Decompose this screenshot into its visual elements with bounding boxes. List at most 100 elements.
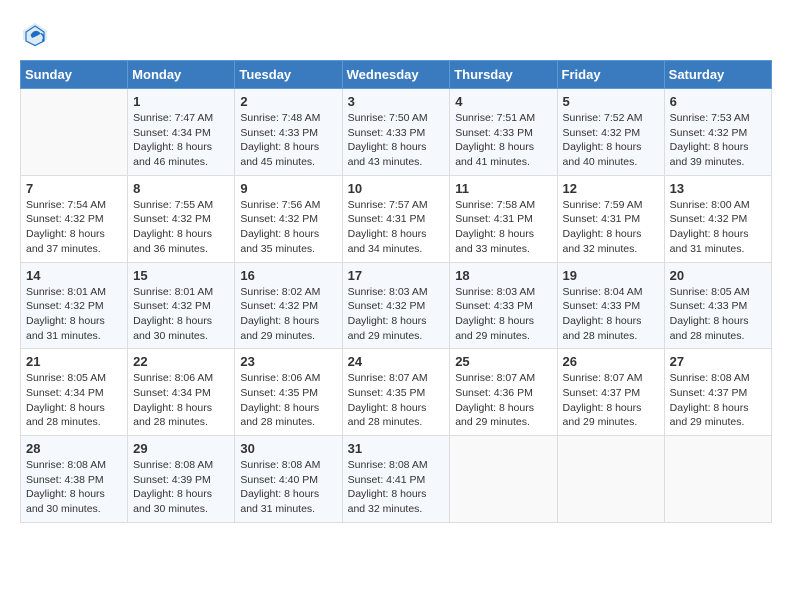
calendar-cell: 12 Sunrise: 7:59 AM Sunset: 4:31 PM Dayli…	[557, 175, 664, 262]
day-number: 22	[133, 354, 229, 369]
calendar-week-row: 7 Sunrise: 7:54 AM Sunset: 4:32 PM Daylig…	[21, 175, 772, 262]
day-info: Sunrise: 8:08 AM Sunset: 4:37 PM Dayligh…	[670, 371, 766, 430]
calendar-cell	[21, 89, 128, 176]
calendar-weekday-monday: Monday	[128, 61, 235, 89]
day-info: Sunrise: 8:07 AM Sunset: 4:36 PM Dayligh…	[455, 371, 551, 430]
calendar-cell: 10 Sunrise: 7:57 AM Sunset: 4:31 PM Dayli…	[342, 175, 450, 262]
day-info: Sunrise: 8:06 AM Sunset: 4:35 PM Dayligh…	[240, 371, 336, 430]
calendar-cell: 9 Sunrise: 7:56 AM Sunset: 4:32 PM Daylig…	[235, 175, 342, 262]
calendar-cell: 23 Sunrise: 8:06 AM Sunset: 4:35 PM Dayli…	[235, 349, 342, 436]
day-info: Sunrise: 7:47 AM Sunset: 4:34 PM Dayligh…	[133, 111, 229, 170]
calendar-cell: 6 Sunrise: 7:53 AM Sunset: 4:32 PM Daylig…	[664, 89, 771, 176]
calendar-cell: 20 Sunrise: 8:05 AM Sunset: 4:33 PM Dayli…	[664, 262, 771, 349]
calendar-cell: 13 Sunrise: 8:00 AM Sunset: 4:32 PM Dayli…	[664, 175, 771, 262]
calendar-cell: 16 Sunrise: 8:02 AM Sunset: 4:32 PM Dayli…	[235, 262, 342, 349]
day-info: Sunrise: 7:55 AM Sunset: 4:32 PM Dayligh…	[133, 198, 229, 257]
day-number: 10	[348, 181, 445, 196]
calendar-week-row: 21 Sunrise: 8:05 AM Sunset: 4:34 PM Dayli…	[21, 349, 772, 436]
day-info: Sunrise: 7:57 AM Sunset: 4:31 PM Dayligh…	[348, 198, 445, 257]
calendar-cell: 18 Sunrise: 8:03 AM Sunset: 4:33 PM Dayli…	[450, 262, 557, 349]
calendar-weekday-tuesday: Tuesday	[235, 61, 342, 89]
day-info: Sunrise: 7:48 AM Sunset: 4:33 PM Dayligh…	[240, 111, 336, 170]
day-number: 15	[133, 268, 229, 283]
day-number: 9	[240, 181, 336, 196]
day-number: 21	[26, 354, 122, 369]
calendar-cell	[557, 436, 664, 523]
day-info: Sunrise: 8:00 AM Sunset: 4:32 PM Dayligh…	[670, 198, 766, 257]
calendar-cell	[450, 436, 557, 523]
day-info: Sunrise: 8:03 AM Sunset: 4:33 PM Dayligh…	[455, 285, 551, 344]
calendar-cell: 3Sunrise: 7:50 AM Sunset: 4:33 PM Daylig…	[342, 89, 450, 176]
calendar-header-row: SundayMondayTuesdayWednesdayThursdayFrid…	[21, 61, 772, 89]
logo	[20, 20, 54, 50]
calendar-weekday-friday: Friday	[557, 61, 664, 89]
calendar-cell: 31 Sunrise: 8:08 AM Sunset: 4:41 PM Dayli…	[342, 436, 450, 523]
calendar-cell: 5Sunrise: 7:52 AM Sunset: 4:32 PM Daylig…	[557, 89, 664, 176]
day-number: 24	[348, 354, 445, 369]
day-number: 19	[563, 268, 659, 283]
day-number: 4	[455, 94, 551, 109]
calendar-cell: 19 Sunrise: 8:04 AM Sunset: 4:33 PM Dayli…	[557, 262, 664, 349]
calendar-weekday-sunday: Sunday	[21, 61, 128, 89]
day-info: Sunrise: 7:54 AM Sunset: 4:32 PM Dayligh…	[26, 198, 122, 257]
day-info: Sunrise: 7:56 AM Sunset: 4:32 PM Dayligh…	[240, 198, 336, 257]
calendar-cell: 28Sunrise: 8:08 AM Sunset: 4:38 PM Dayli…	[21, 436, 128, 523]
calendar-cell: 30Sunrise: 8:08 AM Sunset: 4:40 PM Dayli…	[235, 436, 342, 523]
calendar-week-row: 14 Sunrise: 8:01 AM Sunset: 4:32 PM Dayli…	[21, 262, 772, 349]
day-info: Sunrise: 7:53 AM Sunset: 4:32 PM Dayligh…	[670, 111, 766, 170]
calendar-cell: 7 Sunrise: 7:54 AM Sunset: 4:32 PM Daylig…	[21, 175, 128, 262]
day-info: Sunrise: 8:08 AM Sunset: 4:40 PM Dayligh…	[240, 458, 336, 517]
calendar-cell: 24 Sunrise: 8:07 AM Sunset: 4:35 PM Dayli…	[342, 349, 450, 436]
day-info: Sunrise: 8:01 AM Sunset: 4:32 PM Dayligh…	[26, 285, 122, 344]
calendar-cell: 25 Sunrise: 8:07 AM Sunset: 4:36 PM Dayli…	[450, 349, 557, 436]
day-number: 5	[563, 94, 659, 109]
calendar-cell: 4 Sunrise: 7:51 AM Sunset: 4:33 PM Daylig…	[450, 89, 557, 176]
calendar-cell: 8 Sunrise: 7:55 AM Sunset: 4:32 PM Daylig…	[128, 175, 235, 262]
day-number: 27	[670, 354, 766, 369]
day-info: Sunrise: 8:05 AM Sunset: 4:33 PM Dayligh…	[670, 285, 766, 344]
calendar-cell: 2Sunrise: 7:48 AM Sunset: 4:33 PM Daylig…	[235, 89, 342, 176]
calendar-cell: 29Sunrise: 8:08 AM Sunset: 4:39 PM Dayli…	[128, 436, 235, 523]
day-info: Sunrise: 8:05 AM Sunset: 4:34 PM Dayligh…	[26, 371, 122, 430]
day-number: 7	[26, 181, 122, 196]
calendar-week-row: 1Sunrise: 7:47 AM Sunset: 4:34 PM Daylig…	[21, 89, 772, 176]
logo-icon	[20, 20, 50, 50]
calendar-cell: 22Sunrise: 8:06 AM Sunset: 4:34 PM Dayli…	[128, 349, 235, 436]
day-number: 23	[240, 354, 336, 369]
day-info: Sunrise: 8:02 AM Sunset: 4:32 PM Dayligh…	[240, 285, 336, 344]
day-info: Sunrise: 8:08 AM Sunset: 4:38 PM Dayligh…	[26, 458, 122, 517]
calendar-table: SundayMondayTuesdayWednesdayThursdayFrid…	[20, 60, 772, 523]
day-info: Sunrise: 7:51 AM Sunset: 4:33 PM Dayligh…	[455, 111, 551, 170]
day-number: 29	[133, 441, 229, 456]
day-info: Sunrise: 7:50 AM Sunset: 4:33 PM Dayligh…	[348, 111, 445, 170]
calendar-weekday-thursday: Thursday	[450, 61, 557, 89]
day-number: 6	[670, 94, 766, 109]
calendar-cell: 11Sunrise: 7:58 AM Sunset: 4:31 PM Dayli…	[450, 175, 557, 262]
day-number: 31	[348, 441, 445, 456]
day-number: 12	[563, 181, 659, 196]
day-number: 13	[670, 181, 766, 196]
day-info: Sunrise: 8:01 AM Sunset: 4:32 PM Dayligh…	[133, 285, 229, 344]
calendar-cell	[664, 436, 771, 523]
calendar-cell: 27 Sunrise: 8:08 AM Sunset: 4:37 PM Dayli…	[664, 349, 771, 436]
day-number: 8	[133, 181, 229, 196]
day-info: Sunrise: 7:58 AM Sunset: 4:31 PM Dayligh…	[455, 198, 551, 257]
day-number: 20	[670, 268, 766, 283]
day-info: Sunrise: 8:03 AM Sunset: 4:32 PM Dayligh…	[348, 285, 445, 344]
calendar-cell: 26Sunrise: 8:07 AM Sunset: 4:37 PM Dayli…	[557, 349, 664, 436]
day-number: 16	[240, 268, 336, 283]
page-header	[20, 20, 772, 50]
day-info: Sunrise: 8:07 AM Sunset: 4:37 PM Dayligh…	[563, 371, 659, 430]
day-info: Sunrise: 8:08 AM Sunset: 4:41 PM Dayligh…	[348, 458, 445, 517]
calendar-cell: 1Sunrise: 7:47 AM Sunset: 4:34 PM Daylig…	[128, 89, 235, 176]
calendar-cell: 17Sunrise: 8:03 AM Sunset: 4:32 PM Dayli…	[342, 262, 450, 349]
calendar-weekday-saturday: Saturday	[664, 61, 771, 89]
day-info: Sunrise: 8:07 AM Sunset: 4:35 PM Dayligh…	[348, 371, 445, 430]
day-info: Sunrise: 8:04 AM Sunset: 4:33 PM Dayligh…	[563, 285, 659, 344]
day-number: 14	[26, 268, 122, 283]
day-info: Sunrise: 7:59 AM Sunset: 4:31 PM Dayligh…	[563, 198, 659, 257]
day-number: 18	[455, 268, 551, 283]
day-number: 25	[455, 354, 551, 369]
calendar-cell: 21 Sunrise: 8:05 AM Sunset: 4:34 PM Dayli…	[21, 349, 128, 436]
calendar-weekday-wednesday: Wednesday	[342, 61, 450, 89]
